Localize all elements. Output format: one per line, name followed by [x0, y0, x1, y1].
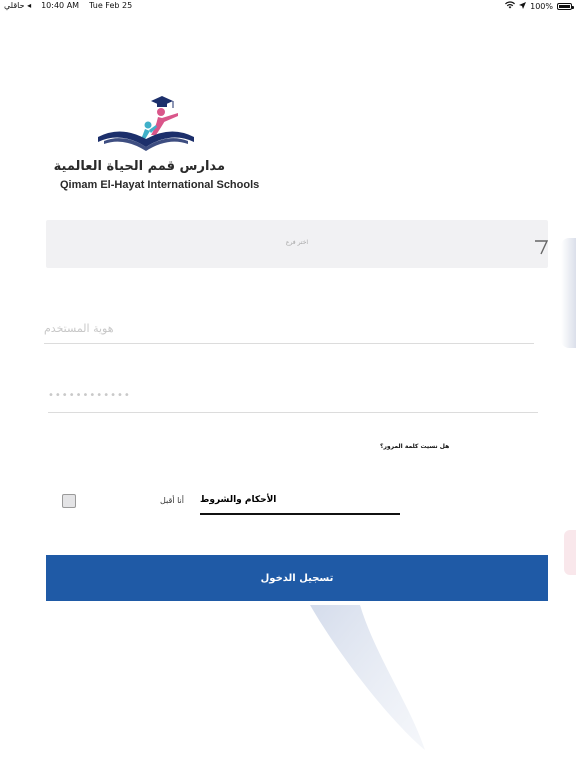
status-bar: حاقلي ◂ 10:40 AM Tue Feb 25 100% — [0, 0, 576, 13]
watermark-swoosh-icon — [310, 605, 425, 750]
wifi-icon — [505, 1, 516, 11]
branch-select-placeholder: اختر فرع — [285, 239, 309, 246]
school-logo-icon — [98, 96, 194, 151]
username-field[interactable] — [44, 314, 534, 344]
terms-underline — [200, 513, 400, 515]
status-time: 10:40 AM — [41, 1, 80, 10]
terms-accept-label: أنا أقبل — [160, 496, 184, 505]
school-name-arabic: مدارس قمم الحياة العالمية — [53, 159, 225, 174]
school-logo: مدارس قمم الحياة العالمية Qimam El-Hayat… — [53, 95, 260, 200]
login-button[interactable]: تسجيل الدخول — [46, 555, 548, 601]
carrier-label: حاقلي ◂ — [4, 1, 32, 10]
battery-icon — [557, 2, 574, 10]
side-decoration-pink — [564, 530, 576, 575]
password-field[interactable] — [48, 378, 538, 413]
status-date: Tue Feb 25 — [89, 1, 133, 10]
side-decoration — [561, 238, 576, 348]
password-input[interactable] — [48, 378, 538, 412]
terms-conditions-link[interactable]: الأحكام والشروط — [200, 495, 276, 505]
location-icon — [519, 1, 527, 11]
branch-select[interactable]: اختر فرع — [46, 220, 548, 268]
username-input[interactable] — [44, 314, 534, 343]
battery-percent: 100% — [530, 1, 553, 11]
terms-checkbox[interactable] — [62, 494, 76, 508]
forgot-password-link[interactable]: هل نسيت كلمة المرور؟ — [380, 443, 449, 450]
school-name-english: Qimam El-Hayat International Schools — [60, 179, 260, 191]
chevron-down-icon[interactable] — [534, 232, 548, 256]
